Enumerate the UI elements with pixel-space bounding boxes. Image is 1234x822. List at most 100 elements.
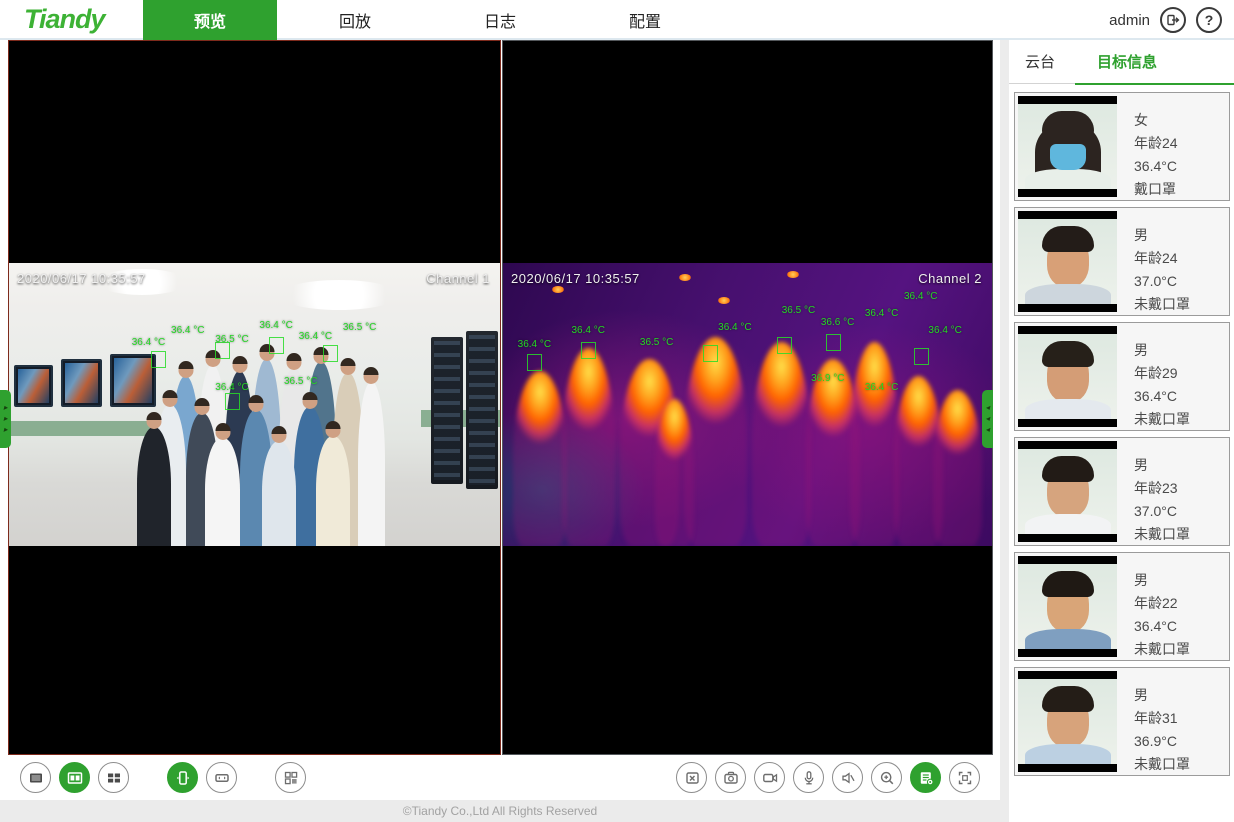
temperature-label: 36.4 °C bbox=[865, 382, 898, 393]
face-detection-box bbox=[777, 337, 792, 354]
cabinet bbox=[466, 331, 498, 489]
digital-zoom-button[interactable] bbox=[871, 762, 902, 793]
face-detection-box bbox=[269, 337, 284, 354]
temperature-label: 36.4 °C bbox=[171, 325, 204, 336]
quad-view-button[interactable] bbox=[98, 762, 129, 793]
shirt-graphic bbox=[1025, 629, 1111, 657]
face-detection-box bbox=[151, 351, 166, 368]
custom-layout-icon bbox=[282, 769, 300, 787]
target-card[interactable]: 男 年龄24 37.0°C 未戴口罩 bbox=[1014, 207, 1230, 316]
tab-target-info[interactable]: 目标信息 bbox=[1097, 51, 1157, 72]
shirt-graphic bbox=[1025, 399, 1111, 427]
face-detection-box bbox=[914, 348, 929, 365]
target-thumbnail bbox=[1018, 556, 1117, 657]
temperature-label: 36.9 °C bbox=[811, 373, 844, 384]
fullscreen-button[interactable] bbox=[949, 762, 980, 793]
fullscreen-icon bbox=[956, 769, 974, 787]
face-detection-box bbox=[581, 342, 596, 359]
display-screen bbox=[61, 359, 103, 407]
temperature-value: 37.0°C bbox=[1134, 500, 1190, 523]
sidebar-collapse-handle[interactable]: ◂◂◂ bbox=[982, 390, 993, 448]
gender-label: 男 bbox=[1134, 454, 1190, 477]
mask-status: 未戴口罩 bbox=[1134, 638, 1190, 661]
target-card[interactable]: 男 年龄22 36.4°C 未戴口罩 bbox=[1014, 552, 1230, 661]
thermal-spot bbox=[552, 286, 564, 293]
copyright-text: ©Tiandy Co.,Ltd All Rights Reserved bbox=[403, 804, 597, 818]
target-info: 男 年龄29 36.4°C 未戴口罩 bbox=[1120, 323, 1190, 430]
person-figure bbox=[262, 441, 296, 546]
ceiling-light bbox=[279, 280, 399, 310]
target-card[interactable]: 男 年龄29 36.4°C 未戴口罩 bbox=[1014, 322, 1230, 431]
face-photo bbox=[1047, 350, 1089, 402]
thermal-person bbox=[752, 342, 811, 546]
mask-graphic bbox=[1050, 144, 1086, 170]
temperature-value: 36.4°C bbox=[1134, 615, 1190, 638]
panel-divider bbox=[1000, 40, 1009, 822]
temperature-label: 36.4 °C bbox=[571, 325, 604, 336]
single-view-button[interactable] bbox=[20, 762, 51, 793]
counter-band bbox=[9, 421, 156, 435]
top-bar: Tiandy 预览 回放 日志 配置 admin ? bbox=[0, 0, 1234, 40]
shirt-graphic bbox=[1025, 514, 1111, 542]
face-photo bbox=[1047, 695, 1089, 747]
target-info-icon bbox=[917, 769, 935, 787]
target-list[interactable]: 女 年龄24 36.4°C 戴口罩 男 年龄24 37.0°C 未戴口罩 bbox=[1009, 84, 1234, 822]
face-photo bbox=[1047, 235, 1089, 287]
target-card[interactable]: 女 年龄24 36.4°C 戴口罩 bbox=[1014, 92, 1230, 201]
close-all-button[interactable] bbox=[676, 762, 707, 793]
quad-view-icon bbox=[105, 769, 123, 787]
record-button[interactable] bbox=[754, 762, 785, 793]
sidebar-tabs: 云台 目标信息 bbox=[1009, 40, 1234, 84]
aspect-ratio-button[interactable] bbox=[206, 762, 237, 793]
video-pane-channel1[interactable]: 2020/06/17 10:35:57 Channel 1 36.4 °C 36… bbox=[8, 40, 501, 755]
temperature-label: 36.4 °C bbox=[299, 331, 332, 342]
channel1-label: Channel 1 bbox=[426, 271, 490, 286]
shirt-graphic bbox=[1025, 169, 1111, 197]
help-button[interactable]: ? bbox=[1196, 7, 1222, 33]
portrait-mode-button[interactable] bbox=[167, 762, 198, 793]
thermal-person bbox=[513, 371, 567, 546]
zoom-in-icon bbox=[878, 769, 896, 787]
target-info: 男 年龄23 37.0°C 未戴口罩 bbox=[1120, 438, 1190, 545]
target-thumbnail bbox=[1018, 96, 1117, 197]
tab-config[interactable]: 配置 bbox=[590, 0, 700, 40]
target-card[interactable]: 男 年龄31 36.9°C 未戴口罩 bbox=[1014, 667, 1230, 776]
talk-button[interactable] bbox=[793, 762, 824, 793]
shirt-graphic bbox=[1025, 744, 1111, 772]
age-label: 年龄29 bbox=[1134, 362, 1190, 385]
dual-view-button[interactable] bbox=[59, 762, 90, 793]
temperature-label: 36.4 °C bbox=[928, 325, 961, 336]
thermal-spot bbox=[679, 274, 691, 281]
thermal-person bbox=[850, 342, 899, 546]
tab-log[interactable]: 日志 bbox=[445, 0, 555, 40]
mute-button[interactable] bbox=[832, 762, 863, 793]
snapshot-icon bbox=[722, 769, 740, 787]
temperature-value: 36.9°C bbox=[1134, 730, 1190, 753]
video-pane-channel2[interactable]: 2020/06/17 10:35:57 Channel 2 36.4 °C 36… bbox=[502, 40, 993, 755]
temperature-label: 36.4 °C bbox=[904, 291, 937, 302]
age-label: 年龄24 bbox=[1134, 247, 1190, 270]
target-card[interactable]: 男 年龄23 37.0°C 未戴口罩 bbox=[1014, 437, 1230, 546]
display-screen bbox=[14, 365, 53, 407]
left-panel-handle[interactable]: ▸▸▸ bbox=[0, 390, 11, 448]
user-area: admin ? bbox=[1109, 0, 1222, 40]
age-label: 年龄31 bbox=[1134, 707, 1190, 730]
thermal-person bbox=[562, 348, 616, 546]
video-area: 2020/06/17 10:35:57 Channel 1 36.4 °C 36… bbox=[0, 40, 1000, 755]
channel2-timestamp: 2020/06/17 10:35:57 bbox=[511, 271, 640, 286]
thermal-spot bbox=[787, 271, 799, 278]
logout-button[interactable] bbox=[1160, 7, 1186, 33]
channel1-timestamp: 2020/06/17 10:35:57 bbox=[17, 271, 146, 286]
record-icon bbox=[761, 769, 779, 787]
tab-playback[interactable]: 回放 bbox=[300, 0, 410, 40]
temperature-label: 36.5 °C bbox=[284, 376, 317, 387]
face-photo bbox=[1047, 465, 1089, 517]
mask-status: 未戴口罩 bbox=[1134, 408, 1190, 431]
tab-preview[interactable]: 预览 bbox=[143, 0, 277, 40]
tab-ptz[interactable]: 云台 bbox=[1025, 51, 1055, 72]
custom-layout-button[interactable] bbox=[275, 762, 306, 793]
temperature-value: 37.0°C bbox=[1134, 270, 1190, 293]
snapshot-button[interactable] bbox=[715, 762, 746, 793]
target-info-panel-button[interactable] bbox=[910, 762, 941, 793]
face-detection-box bbox=[215, 342, 230, 359]
